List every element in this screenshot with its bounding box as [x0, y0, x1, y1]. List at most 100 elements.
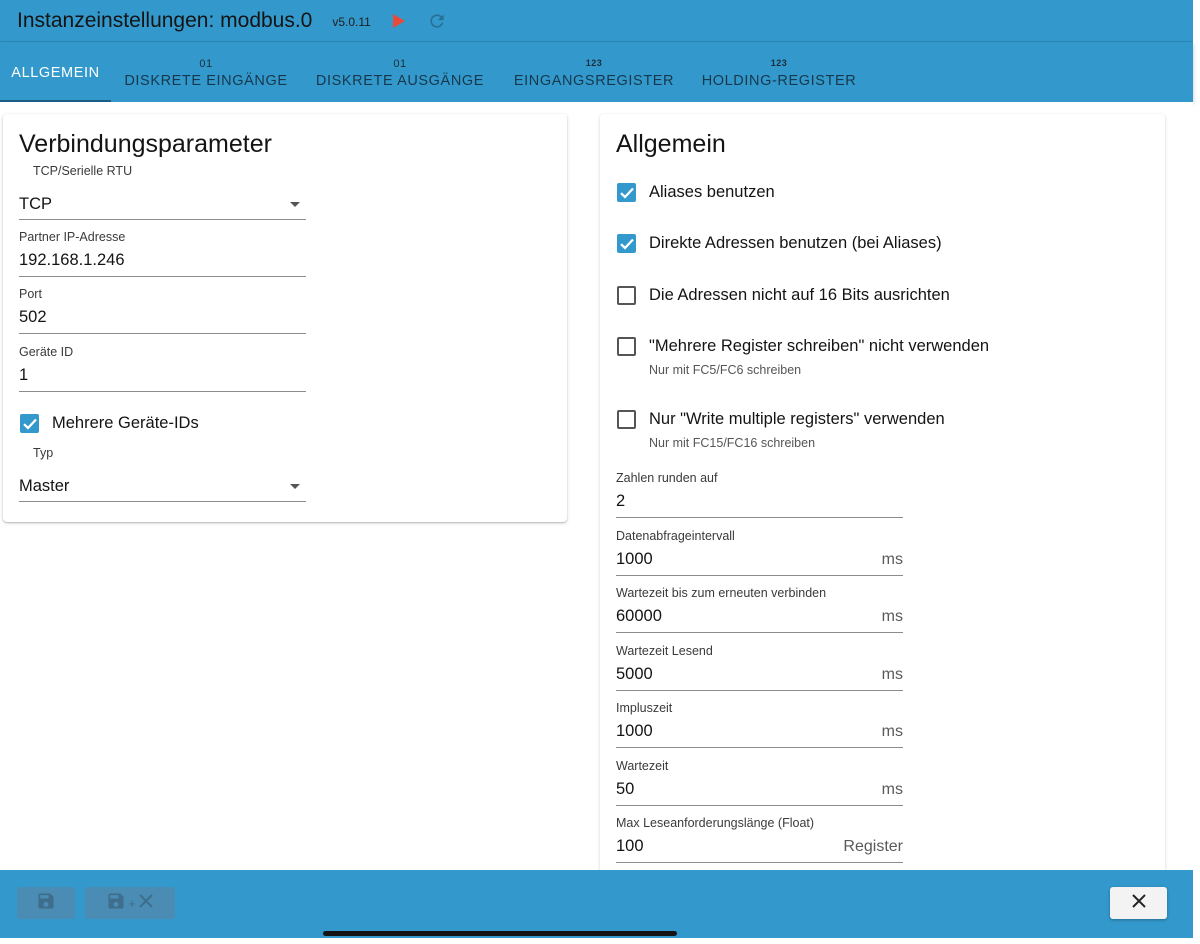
only-multi-write-checkbox[interactable]: Nur "Write multiple registers" verwenden: [617, 410, 945, 429]
tab-diskrete-eingaenge[interactable]: 01 DISKRETE EINGÄNGE: [111, 42, 301, 102]
close-icon: [1131, 893, 1147, 914]
checkbox-label: Mehrere Geräte-IDs: [52, 414, 199, 432]
no-16bit-align-checkbox[interactable]: Die Adressen nicht auf 16 Bits ausrichte…: [617, 286, 950, 305]
binary-icon: 01: [393, 58, 407, 70]
field-value: 2: [616, 492, 626, 510]
checkbox-unchecked-icon[interactable]: [617, 286, 636, 305]
checkbox-checked-icon[interactable]: [617, 183, 636, 202]
no-multi-write-checkbox[interactable]: "Mehrere Register schreiben" nicht verwe…: [617, 337, 989, 356]
field-value: 1000: [616, 722, 653, 740]
field-label: Wartezeit bis zum erneuten verbinden: [616, 586, 827, 600]
dropdown-arrow-icon: [290, 483, 300, 489]
field-value: 60000: [616, 607, 662, 625]
checkbox-label: Nur "Write multiple registers" verwenden: [649, 410, 945, 428]
tab-eingangsregister[interactable]: 123 EINGANGSREGISTER: [499, 42, 689, 102]
save-close-button[interactable]: +: [85, 887, 175, 919]
tab-label: DISKRETE EINGÄNGE: [124, 73, 288, 89]
field-value: 50: [616, 780, 635, 798]
reconnect-interval-field[interactable]: Wartezeit bis zum erneuten verbinden 600…: [616, 586, 903, 633]
tab-bar: ALLGEMEIN 01 DISKRETE EINGÄNGE 01 DISKRE…: [0, 42, 1193, 102]
tab-allgemein[interactable]: ALLGEMEIN: [0, 42, 111, 102]
save-icon: [36, 891, 56, 916]
play-icon[interactable]: [392, 13, 407, 29]
pulse-time-field[interactable]: Impluszeit 1000 ms: [616, 701, 903, 748]
numeric-icon: 123: [770, 58, 788, 68]
field-value: 1: [19, 366, 29, 384]
field-label: Impluszeit: [616, 701, 673, 715]
tab-label: EINGANGSREGISTER: [513, 73, 675, 89]
checkbox-checked-icon[interactable]: [20, 414, 39, 433]
page-title: Instanzeinstellungen: modbus.0: [17, 8, 313, 32]
field-label: Wartezeit: [616, 759, 669, 773]
tab-holding-register[interactable]: 123 HOLDING-REGISTER: [689, 42, 869, 102]
field-unit: Register: [843, 837, 903, 855]
field-unit: ms: [881, 607, 903, 625]
field-value: 5000: [616, 665, 653, 683]
panel-title: Allgemein: [616, 130, 726, 158]
app-window: Instanzeinstellungen: modbus.0 v5.0.11 A…: [0, 0, 1193, 944]
panel-title: Verbindungsparameter: [19, 130, 272, 158]
checkbox-checked-icon[interactable]: [617, 234, 636, 253]
settings-content: Verbindungsparameter TCP/Serielle RTU TC…: [0, 102, 1193, 870]
connection-panel: Verbindungsparameter TCP/Serielle RTU TC…: [3, 114, 567, 522]
footer-toolbar: +: [0, 870, 1193, 938]
read-timeout-field[interactable]: Wartezeit Lesend 5000 ms: [616, 644, 903, 691]
field-label: Wartezeit Lesend: [616, 644, 713, 658]
poll-interval-field[interactable]: Datenabfrageintervall 1000 ms: [616, 529, 903, 576]
tab-label: ALLGEMEIN: [11, 65, 100, 81]
field-value: Master: [19, 476, 70, 495]
checkbox-hint: Nur mit FC15/FC16 schreiben: [649, 436, 816, 450]
checkbox-label: Direkte Adressen benutzen (bei Aliases): [649, 234, 942, 252]
type-select[interactable]: Typ Master: [19, 446, 306, 502]
field-label: Port: [19, 287, 42, 301]
title-bar: Instanzeinstellungen: modbus.0 v5.0.11: [0, 0, 1193, 42]
close-button[interactable]: [1110, 887, 1167, 919]
checkbox-unchecked-icon[interactable]: [617, 410, 636, 429]
field-label: Zahlen runden auf: [616, 471, 718, 485]
checkbox-label: "Mehrere Register schreiben" nicht verwe…: [649, 337, 990, 355]
field-label: TCP/Serielle RTU: [33, 164, 133, 178]
home-indicator: [323, 931, 677, 936]
field-label: Typ: [33, 446, 54, 460]
binary-icon: 01: [199, 58, 213, 70]
round-digits-field[interactable]: Zahlen runden auf 2: [616, 471, 903, 518]
reload-icon[interactable]: [427, 10, 449, 32]
field-unit: ms: [881, 722, 903, 740]
save-close-icon: [106, 891, 126, 916]
tab-diskrete-ausgaenge[interactable]: 01 DISKRETE AUSGÄNGE: [301, 42, 499, 102]
numeric-icon: 123: [585, 58, 603, 68]
checkbox-label: Aliases benutzen: [649, 183, 775, 201]
field-unit: ms: [881, 780, 903, 798]
plus-sign: +: [128, 895, 136, 911]
connection-type-select[interactable]: TCP/Serielle RTU TCP: [19, 164, 306, 220]
wait-time-field[interactable]: Wartezeit 50 ms: [616, 759, 903, 806]
ip-address-field[interactable]: Partner IP-Adresse 192.168.1.246: [19, 230, 306, 277]
field-label: Partner IP-Adresse: [19, 230, 126, 244]
field-label: Max Leseanforderungslänge (Float): [616, 816, 815, 830]
max-read-length-field[interactable]: Max Leseanforderungslänge (Float) 100 Reg…: [616, 816, 903, 863]
tab-label: DISKRETE AUSGÄNGE: [315, 73, 485, 89]
field-label: Datenabfrageintervall: [616, 529, 735, 543]
field-value: 502: [19, 308, 47, 326]
tab-label: HOLDING-REGISTER: [701, 73, 857, 89]
field-value: 1000: [616, 550, 653, 568]
general-panel: Allgemein Aliases benutzen Direkte Adres…: [600, 114, 1165, 870]
field-unit: ms: [881, 665, 903, 683]
checkbox-hint: Nur mit FC5/FC6 schreiben: [649, 363, 802, 377]
direct-addresses-checkbox[interactable]: Direkte Adressen benutzen (bei Aliases): [617, 234, 942, 253]
save-button[interactable]: [17, 887, 75, 919]
dropdown-arrow-icon: [290, 201, 300, 207]
close-icon: [138, 893, 154, 914]
multi-device-checkbox[interactable]: Mehrere Geräte-IDs: [20, 414, 199, 433]
checkbox-label: Die Adressen nicht auf 16 Bits ausrichte…: [649, 286, 950, 304]
device-id-field[interactable]: Geräte ID 1: [19, 345, 306, 392]
port-field[interactable]: Port 502: [19, 287, 306, 334]
aliases-checkbox[interactable]: Aliases benutzen: [617, 183, 775, 202]
field-value: 100: [616, 837, 644, 855]
field-value: 192.168.1.246: [19, 251, 125, 269]
field-label: Geräte ID: [19, 345, 74, 359]
checkbox-unchecked-icon[interactable]: [617, 337, 636, 356]
field-value: TCP: [19, 194, 52, 213]
version-label: v5.0.11: [332, 15, 371, 29]
field-unit: ms: [881, 550, 903, 568]
